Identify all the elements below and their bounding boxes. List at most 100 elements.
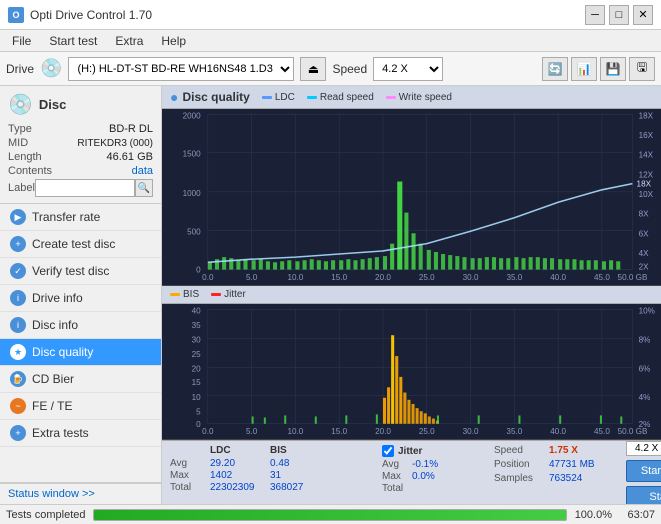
label-input[interactable] <box>35 179 135 197</box>
svg-text:10.0: 10.0 <box>287 273 303 282</box>
menu-file[interactable]: File <box>4 32 39 50</box>
sidebar-item-transfer-rate[interactable]: ▶ Transfer rate <box>0 204 161 231</box>
title-bar: O Opti Drive Control 1.70 ─ □ ✕ <box>0 0 661 30</box>
sidebar-item-extra-tests[interactable]: + Extra tests <box>0 420 161 447</box>
drive-info-icon: i <box>10 290 26 306</box>
disc-panel-title: Disc <box>39 97 66 112</box>
sidebar-item-disc-quality[interactable]: ★ Disc quality <box>0 339 161 366</box>
close-button[interactable]: ✕ <box>633 5 653 25</box>
svg-text:18X: 18X <box>637 180 652 189</box>
toolbar-btn-save[interactable]: 🖫 <box>629 57 655 81</box>
label-search-button[interactable]: 🔍 <box>135 179 153 197</box>
transfer-rate-label: Transfer rate <box>32 210 100 224</box>
menu-help[interactable]: Help <box>153 32 194 50</box>
verify-test-disc-label: Verify test disc <box>32 264 109 278</box>
max-label: Max <box>170 470 210 481</box>
svg-text:35.0: 35.0 <box>506 273 522 282</box>
jitter-avg-row: Avg -0.1% <box>382 459 462 470</box>
disc-cd-icon: 💿 <box>8 92 33 117</box>
cd-bier-icon: 🍺 <box>10 371 26 387</box>
jitter-avg-val: -0.1% <box>412 459 452 470</box>
top-chart-svg: 2000 1500 1000 500 0 18X 16X 14X 12X 10X… <box>162 109 661 285</box>
speed-row: Speed 1.75 X <box>494 445 594 456</box>
svg-text:10X: 10X <box>639 190 654 199</box>
speed-inline-select[interactable]: 4.2 X 2 X Max <box>626 441 661 456</box>
drive-info-label: Drive info <box>32 291 83 305</box>
disc-type-row: Type BD-R DL <box>8 123 153 135</box>
sidebar: 💿 Disc Type BD-R DL MID RITEKDR3 (000) L… <box>0 86 162 504</box>
stats-max-row: Max 1402 31 <box>170 470 350 481</box>
progress-bar <box>93 509 566 521</box>
svg-text:25: 25 <box>192 350 201 359</box>
transfer-rate-icon: ▶ <box>10 209 26 225</box>
bottom-chart-svg: 40 30 20 10 0 35 25 15 5 10% 8% 6% 4% 2%… <box>162 304 661 439</box>
avg-bis: 0.48 <box>270 458 310 469</box>
svg-text:30: 30 <box>192 336 201 345</box>
svg-text:10: 10 <box>192 393 201 402</box>
svg-text:1000: 1000 <box>183 189 202 198</box>
svg-text:8%: 8% <box>639 336 651 345</box>
svg-text:30.0: 30.0 <box>463 427 479 436</box>
jitter-max-row: Max 0.0% <box>382 471 462 482</box>
drive-select[interactable]: (H:) HL-DT-ST BD-RE WH16NS48 1.D3 <box>68 57 294 81</box>
stat-col-ldc: LDC <box>210 445 270 456</box>
start-full-button[interactable]: Start full <box>626 460 661 482</box>
minimize-button[interactable]: ─ <box>585 5 605 25</box>
length-value: 46.61 GB <box>107 151 153 163</box>
drive-label: Drive <box>6 62 34 76</box>
legend-ldc-label: LDC <box>275 92 295 103</box>
start-buttons-panel: 4.2 X 2 X Max Start full Start part <box>626 445 661 504</box>
sidebar-item-cd-bier[interactable]: 🍺 CD Bier <box>0 366 161 393</box>
main-layout: 💿 Disc Type BD-R DL MID RITEKDR3 (000) L… <box>0 86 661 504</box>
stats-panel: LDC BIS Avg 29.20 0.48 Max 1402 31 Total… <box>162 440 661 504</box>
svg-text:45.0: 45.0 <box>594 273 610 282</box>
eject-button[interactable]: ⏏ <box>300 57 326 81</box>
svg-text:5.0: 5.0 <box>246 427 258 436</box>
disc-contents-row: Contents data <box>8 165 153 177</box>
toolbar-btn-chart[interactable]: 📊 <box>571 57 597 81</box>
speed-select[interactable]: 4.2 X 2 X 4 X 6 X 8 X Max <box>373 57 443 81</box>
sidebar-item-verify-test-disc[interactable]: ✓ Verify test disc <box>0 258 161 285</box>
stats-avg-row: Avg 29.20 0.48 <box>170 458 350 469</box>
disc-info-label: Disc info <box>32 318 78 332</box>
menu-start-test[interactable]: Start test <box>41 32 105 50</box>
jitter-label: Jitter <box>398 446 422 457</box>
svg-text:15.0: 15.0 <box>331 427 347 436</box>
legend-ldc-dot <box>262 96 272 99</box>
app-title: Opti Drive Control 1.70 <box>30 8 152 22</box>
toolbar-btn-refresh[interactable]: 🔄 <box>542 57 568 81</box>
svg-text:25.0: 25.0 <box>419 427 435 436</box>
extra-tests-label: Extra tests <box>32 426 89 440</box>
status-time: 63:07 <box>620 509 655 521</box>
svg-text:5.0: 5.0 <box>246 273 258 282</box>
length-label: Length <box>8 151 42 163</box>
mid-value: RITEKDR3 (000) <box>77 138 153 149</box>
jitter-checkbox[interactable] <box>382 445 394 457</box>
toolbar-btn-disc[interactable]: 💾 <box>600 57 626 81</box>
chart-title-text: Disc quality <box>182 90 249 104</box>
svg-text:0: 0 <box>196 420 201 429</box>
svg-text:20: 20 <box>192 365 201 374</box>
label-field-label: Label <box>8 182 35 194</box>
status-window-button[interactable]: Status window >> <box>0 482 161 504</box>
stat-col-bis: BIS <box>270 445 310 456</box>
samples-value: 763524 <box>549 473 599 484</box>
position-value: 47731 MB <box>549 459 599 470</box>
menu-extra[interactable]: Extra <box>107 32 151 50</box>
toolbar: Drive 💿 (H:) HL-DT-ST BD-RE WH16NS48 1.D… <box>0 52 661 86</box>
sidebar-item-disc-info[interactable]: i Disc info <box>0 312 161 339</box>
sidebar-item-fe-te[interactable]: ~ FE / TE <box>0 393 161 420</box>
start-part-button[interactable]: Start part <box>626 486 661 504</box>
top-chart: 2000 1500 1000 500 0 18X 16X 14X 12X 10X… <box>162 109 661 286</box>
svg-text:1500: 1500 <box>183 150 202 159</box>
svg-text:15.0: 15.0 <box>331 273 347 282</box>
svg-text:8X: 8X <box>639 210 649 219</box>
extra-tests-icon: + <box>10 425 26 441</box>
sidebar-item-drive-info[interactable]: i Drive info <box>0 285 161 312</box>
maximize-button[interactable]: □ <box>609 5 629 25</box>
svg-text:16X: 16X <box>639 131 654 140</box>
legend-write-speed-label: Write speed <box>399 92 452 103</box>
jitter-max-val: 0.0% <box>412 471 452 482</box>
fe-te-icon: ~ <box>10 398 26 414</box>
sidebar-item-create-test-disc[interactable]: + Create test disc <box>0 231 161 258</box>
